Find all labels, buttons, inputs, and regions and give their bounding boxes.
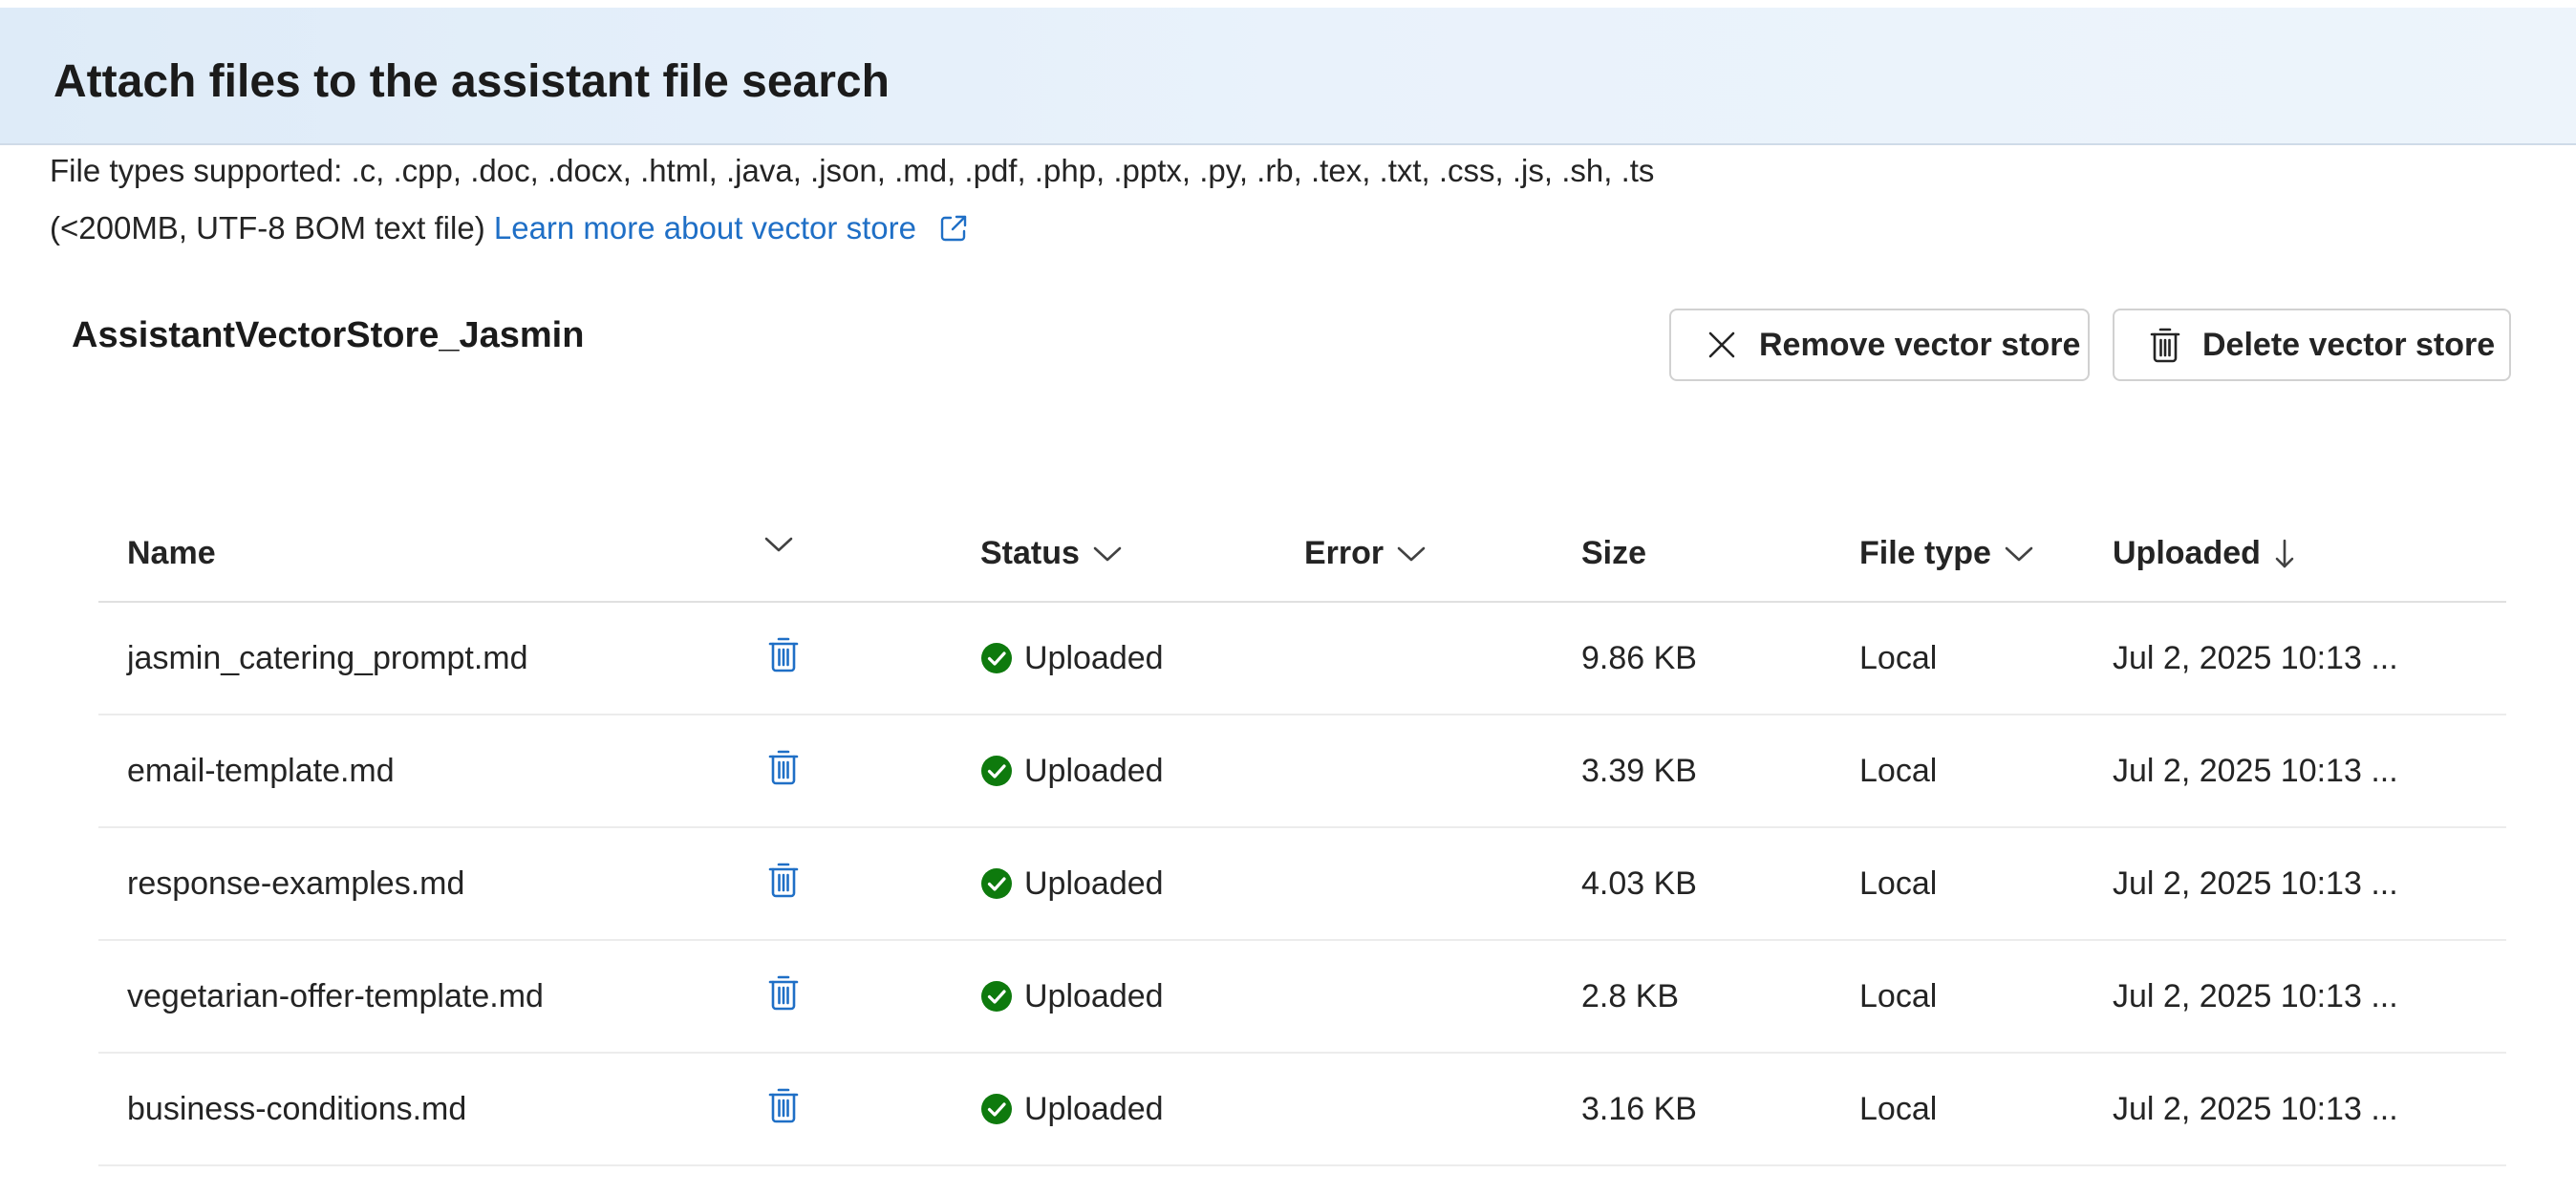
uploaded-date: Jul 2, 2025 10:13 ... (2113, 977, 2398, 1014)
check-circle-icon (980, 867, 1013, 900)
status-text: Uploaded (1024, 864, 1164, 902)
arrow-down-icon (2274, 538, 2295, 570)
trash-icon (2149, 326, 2181, 364)
status-text: Uploaded (1024, 1090, 1164, 1127)
status-text: Uploaded (1024, 639, 1164, 676)
delete-vector-store-button[interactable]: Delete vector store (2113, 309, 2511, 381)
learn-more-label: Learn more about vector store (493, 210, 916, 245)
close-icon (1706, 329, 1738, 361)
file-size: 4.03 KB (1581, 864, 1697, 902)
file-name: vegetarian-offer-template.md (127, 977, 544, 1014)
chevron-down-icon (2005, 544, 2033, 564)
table-row[interactable]: jasmin_catering_prompt.md Uploaded 9.86 … (98, 603, 2506, 715)
status-text: Uploaded (1024, 752, 1164, 789)
column-header-status[interactable]: Status (980, 535, 1122, 572)
chevron-down-icon (1397, 544, 1426, 564)
remove-vector-store-button[interactable]: Remove vector store (1669, 309, 2090, 381)
trash-icon (767, 861, 800, 907)
column-header-size-label: Size (1581, 535, 1647, 571)
external-link-icon (938, 213, 969, 251)
file-type: Local (1859, 752, 1938, 789)
file-name: response-examples.md (127, 864, 465, 902)
file-name: business-conditions.md (127, 1090, 467, 1127)
column-header-file-type[interactable]: File type (1859, 535, 2033, 572)
column-header-uploaded[interactable]: Uploaded (2113, 535, 2295, 572)
status-cell: Uploaded (980, 715, 1164, 826)
status-cell: Uploaded (980, 603, 1164, 714)
limits-text: (<200MB, UTF-8 BOM text file) (50, 210, 485, 245)
column-header-name-label: Name (127, 535, 216, 571)
file-size: 9.86 KB (1581, 639, 1697, 676)
status-cell: Uploaded (980, 941, 1164, 1052)
delete-file-button[interactable] (767, 828, 800, 939)
table-row[interactable]: email-template.md Uploaded 3.39 KB Local… (98, 715, 2506, 828)
column-header-name[interactable]: Name (127, 535, 216, 572)
delete-file-button[interactable] (767, 715, 800, 826)
delete-vector-store-label: Delete vector store (2202, 326, 2496, 363)
check-circle-icon (980, 1093, 1013, 1125)
uploaded-date: Jul 2, 2025 10:13 ... (2113, 864, 2398, 902)
check-circle-icon (980, 755, 1013, 787)
file-type: Local (1859, 977, 1938, 1014)
status-cell: Uploaded (980, 828, 1164, 939)
remove-vector-store-label: Remove vector store (1759, 326, 2081, 363)
file-size: 3.39 KB (1581, 752, 1697, 789)
uploaded-date: Jul 2, 2025 10:13 ... (2113, 639, 2398, 676)
column-header-status-label: Status (980, 535, 1080, 571)
status-text: Uploaded (1024, 977, 1164, 1014)
column-header-file-type-label: File type (1859, 535, 1991, 571)
table-row[interactable]: vegetarian-offer-template.md Uploaded 2.… (98, 941, 2506, 1054)
trash-icon (767, 973, 800, 1020)
file-type: Local (1859, 639, 1938, 676)
delete-file-button[interactable] (767, 1054, 800, 1164)
chevron-down-icon (1093, 544, 1122, 564)
trash-icon (767, 635, 800, 682)
file-type: Local (1859, 864, 1938, 902)
file-name: jasmin_catering_prompt.md (127, 639, 528, 676)
file-name: email-template.md (127, 752, 395, 789)
delete-file-button[interactable] (767, 941, 800, 1052)
learn-more-link[interactable]: Learn more about vector store (494, 210, 969, 245)
status-cell: Uploaded (980, 1054, 1164, 1164)
column-header-uploaded-label: Uploaded (2113, 535, 2261, 571)
file-size: 3.16 KB (1581, 1090, 1697, 1127)
check-circle-icon (980, 980, 1013, 1013)
file-types-text: File types supported: .c, .cpp, .doc, .d… (50, 153, 1655, 188)
dialog-title: Attach files to the assistant file searc… (54, 56, 890, 107)
vector-store-name: AssistantVectorStore_Jasmin (72, 315, 585, 355)
check-circle-icon (980, 642, 1013, 674)
column-header-error-label: Error (1304, 535, 1385, 571)
delete-file-button[interactable] (767, 603, 800, 714)
file-size: 2.8 KB (1581, 977, 1680, 1014)
table-row[interactable]: response-examples.md Uploaded 4.03 KB Lo… (98, 828, 2506, 941)
limits-line: (<200MB, UTF-8 BOM text file) Learn more… (50, 210, 969, 251)
chevron-down-icon (764, 535, 793, 554)
uploaded-date: Jul 2, 2025 10:13 ... (2113, 752, 2398, 789)
file-type: Local (1859, 1090, 1938, 1127)
trash-icon (767, 1086, 800, 1133)
trash-icon (767, 748, 800, 795)
uploaded-date: Jul 2, 2025 10:13 ... (2113, 1090, 2398, 1127)
column-header-error[interactable]: Error (1304, 535, 1426, 572)
dialog-header: Attach files to the assistant file searc… (0, 8, 2576, 145)
name-column-menu[interactable] (764, 535, 793, 554)
column-header-size[interactable]: Size (1581, 535, 1646, 572)
table-row[interactable]: business-conditions.md Uploaded 3.16 KB … (98, 1054, 2506, 1166)
